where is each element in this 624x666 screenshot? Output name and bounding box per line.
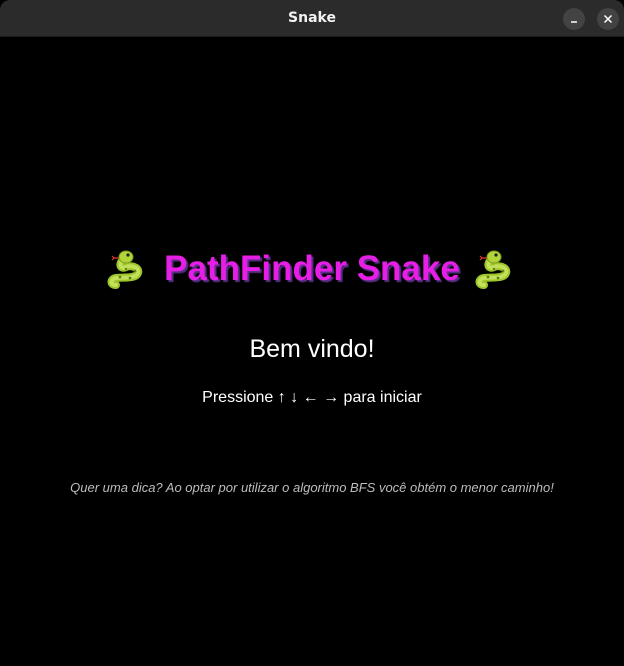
minimize-button[interactable] bbox=[563, 8, 585, 30]
game-title: PathFinder Snake bbox=[164, 249, 460, 288]
snake-emoji-icon bbox=[107, 250, 142, 289]
title-bar[interactable]: Snake bbox=[0, 0, 624, 37]
window-title: Snake bbox=[288, 10, 336, 26]
minimize-icon bbox=[571, 21, 577, 23]
close-icon bbox=[603, 14, 613, 24]
hint-text: Quer uma dica? Ao optar por utilizar o a… bbox=[70, 480, 554, 495]
title-row: PathFinder Snake bbox=[0, 247, 624, 297]
game-window: Snake PathFinder Snake Bem vindo! Pressi… bbox=[0, 0, 624, 666]
game-canvas[interactable]: PathFinder Snake Bem vindo! Pressione ↑ … bbox=[0, 37, 624, 666]
close-button[interactable] bbox=[597, 8, 619, 30]
snake-emoji-icon bbox=[475, 250, 511, 289]
start-instruction: Pressione ↑ ↓ ← → para iniciar bbox=[202, 389, 422, 406]
welcome-text: Bem vindo! bbox=[249, 335, 375, 363]
